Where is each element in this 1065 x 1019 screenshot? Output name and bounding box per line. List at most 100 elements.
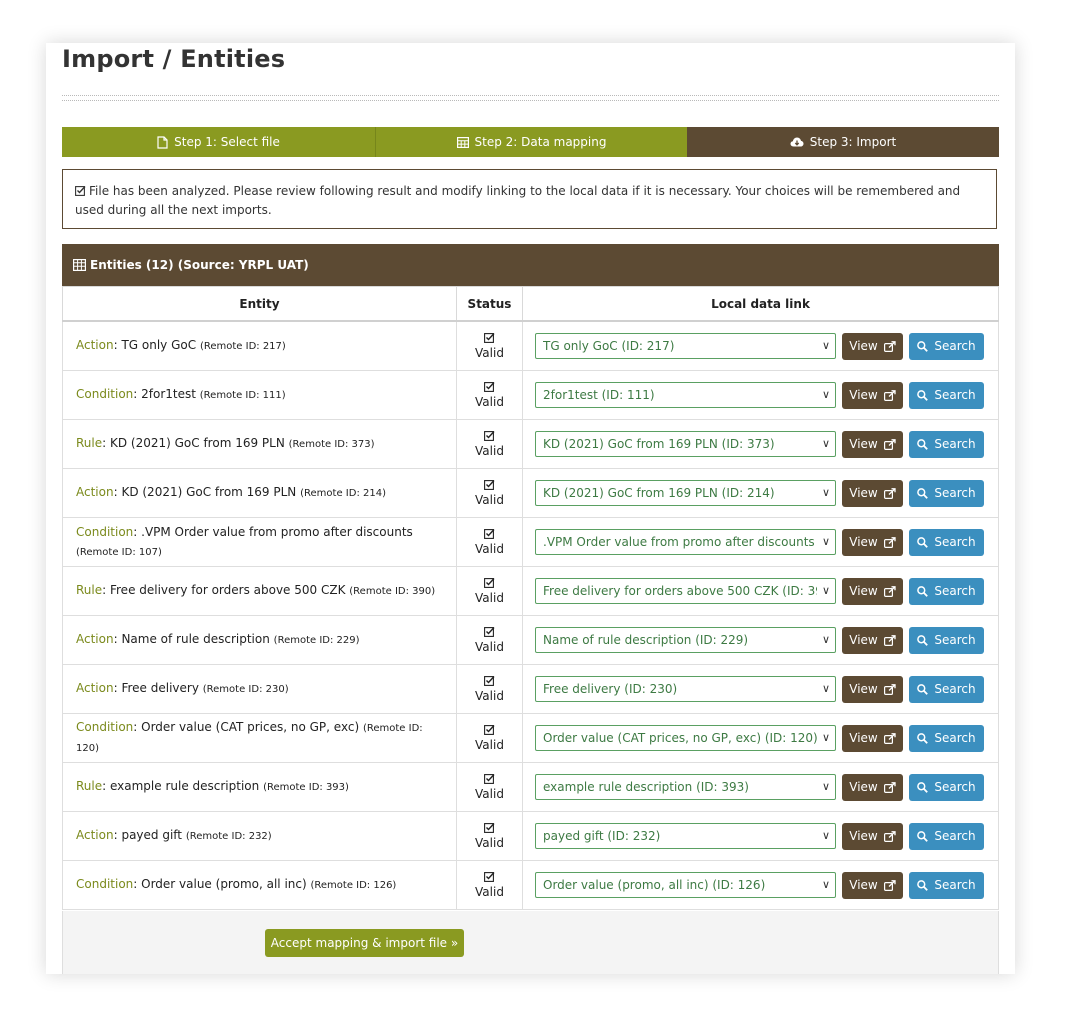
check-square-icon xyxy=(75,185,86,196)
status-text: Valid xyxy=(475,639,504,654)
view-label: View xyxy=(849,339,878,353)
status-cell: Valid xyxy=(456,468,523,518)
entity-type[interactable]: Condition xyxy=(76,387,133,401)
local-data-select[interactable]: Order value (CAT prices, no GP, exc) (ID… xyxy=(535,725,836,751)
entity-type[interactable]: Rule xyxy=(76,779,102,793)
search-button[interactable]: Search xyxy=(909,577,984,605)
local-data-select[interactable]: example rule description (ID: 393) ∨ xyxy=(535,774,836,800)
status-cell: Valid xyxy=(456,615,523,665)
entity-cell: Rule: Free delivery for orders above 500… xyxy=(62,566,457,616)
check-square-icon xyxy=(457,430,522,441)
view-button[interactable]: View xyxy=(842,528,903,556)
accept-mapping-button[interactable]: Accept mapping & import file » xyxy=(265,929,464,957)
entity-type[interactable]: Action xyxy=(76,681,114,695)
local-data-select[interactable]: Name of rule description (ID: 229) ∨ xyxy=(535,627,836,653)
check-square-icon xyxy=(457,871,522,882)
entity-type[interactable]: Action xyxy=(76,828,114,842)
view-label: View xyxy=(849,486,878,500)
check-square-icon xyxy=(457,381,522,392)
check-square-icon xyxy=(457,577,522,588)
table-row: Condition: Order value (promo, all inc) … xyxy=(62,860,999,910)
view-button[interactable]: View xyxy=(842,773,903,801)
entity-type[interactable]: Action xyxy=(76,632,114,646)
chevron-down-icon: ∨ xyxy=(821,388,830,401)
external-link-icon xyxy=(883,438,896,450)
search-button[interactable]: Search xyxy=(909,773,984,801)
local-data-select[interactable]: payed gift (ID: 232) ∨ xyxy=(535,823,836,849)
search-icon xyxy=(917,683,929,695)
view-button[interactable]: View xyxy=(842,430,903,458)
select-value: KD (2021) GoC from 169 PLN (ID: 214) xyxy=(543,486,775,500)
chevron-down-icon: ∨ xyxy=(821,339,830,352)
chevron-down-icon: ∨ xyxy=(821,780,830,793)
view-button[interactable]: View xyxy=(842,626,903,654)
local-data-select[interactable]: 2for1test (ID: 111) ∨ xyxy=(535,382,836,408)
entity-type[interactable]: Condition xyxy=(76,877,133,891)
view-button[interactable]: View xyxy=(842,822,903,850)
link-cell: Free delivery for orders above 500 CZK (… xyxy=(522,566,999,616)
entity-type[interactable]: Action xyxy=(76,338,114,352)
table-icon xyxy=(456,136,469,148)
step-data-mapping[interactable]: Step 2: Data mapping xyxy=(376,127,687,157)
search-button[interactable]: Search xyxy=(909,626,984,654)
local-data-select[interactable]: .VPM Order value from promo after discou… xyxy=(535,529,836,555)
search-button[interactable]: Search xyxy=(909,724,984,752)
local-data-select[interactable]: TG only GoC (ID: 217) ∨ xyxy=(535,333,836,359)
entity-type[interactable]: Rule xyxy=(76,583,102,597)
local-data-select[interactable]: Free delivery (ID: 230) ∨ xyxy=(535,676,836,702)
view-label: View xyxy=(849,584,878,598)
status-cell: Valid xyxy=(456,566,523,616)
status-text: Valid xyxy=(475,835,504,850)
chevron-down-icon: ∨ xyxy=(821,682,830,695)
step-select-file[interactable]: Step 1: Select file xyxy=(62,127,376,157)
link-cell: KD (2021) GoC from 169 PLN (ID: 214) ∨ V… xyxy=(522,468,999,518)
entity-type[interactable]: Rule xyxy=(76,436,102,450)
view-button[interactable]: View xyxy=(842,577,903,605)
search-button[interactable]: Search xyxy=(909,479,984,507)
entity-cell: Action: KD (2021) GoC from 169 PLN (Remo… xyxy=(62,468,457,518)
table-row: Rule: KD (2021) GoC from 169 PLN (Remote… xyxy=(62,419,999,469)
search-button[interactable]: Search xyxy=(909,332,984,360)
status-text: Valid xyxy=(475,345,504,360)
select-value: Free delivery (ID: 230) xyxy=(543,682,678,696)
entity-type[interactable]: Action xyxy=(76,485,114,499)
external-link-icon xyxy=(883,487,896,499)
search-button[interactable]: Search xyxy=(909,822,984,850)
search-label: Search xyxy=(934,633,976,647)
table-row: Condition: Order value (CAT prices, no G… xyxy=(62,713,999,763)
search-button[interactable]: Search xyxy=(909,528,984,556)
status-cell: Valid xyxy=(456,811,523,861)
entity-name: : Free delivery xyxy=(113,681,199,695)
view-button[interactable]: View xyxy=(842,381,903,409)
remote-id: (Remote ID: 214) xyxy=(300,488,386,499)
table-row: Action: TG only GoC (Remote ID: 217) Val… xyxy=(62,320,999,371)
entity-type[interactable]: Condition xyxy=(76,720,133,734)
select-value: Free delivery for orders above 500 CZK (… xyxy=(543,584,817,598)
search-button[interactable]: Search xyxy=(909,675,984,703)
view-button[interactable]: View xyxy=(842,724,903,752)
local-data-select[interactable]: Free delivery for orders above 500 CZK (… xyxy=(535,578,836,604)
entity-type[interactable]: Condition xyxy=(76,525,133,539)
link-cell: .VPM Order value from promo after discou… xyxy=(522,517,999,567)
local-data-select[interactable]: Order value (promo, all inc) (ID: 126) ∨ xyxy=(535,872,836,898)
external-link-icon xyxy=(883,732,896,744)
view-button[interactable]: View xyxy=(842,332,903,360)
search-button[interactable]: Search xyxy=(909,430,984,458)
status-text: Valid xyxy=(475,590,504,605)
external-link-icon xyxy=(883,585,896,597)
check-square-icon xyxy=(457,822,522,833)
entity-cell: Action: Name of rule description (Remote… xyxy=(62,615,457,665)
search-button[interactable]: Search xyxy=(909,381,984,409)
step-import[interactable]: Step 3: Import xyxy=(687,127,999,157)
local-data-select[interactable]: KD (2021) GoC from 169 PLN (ID: 373) ∨ xyxy=(535,431,836,457)
view-button[interactable]: View xyxy=(842,479,903,507)
search-icon xyxy=(917,585,929,597)
view-button[interactable]: View xyxy=(842,675,903,703)
view-button[interactable]: View xyxy=(842,871,903,899)
local-data-select[interactable]: KD (2021) GoC from 169 PLN (ID: 214) ∨ xyxy=(535,480,836,506)
entity-cell: Condition: Order value (CAT prices, no G… xyxy=(62,713,457,763)
remote-id: (Remote ID: 217) xyxy=(199,341,286,352)
wizard-steps: Step 1: Select file Step 2: Data mapping… xyxy=(62,127,999,157)
chevron-down-icon: ∨ xyxy=(821,731,830,744)
search-button[interactable]: Search xyxy=(909,871,984,899)
